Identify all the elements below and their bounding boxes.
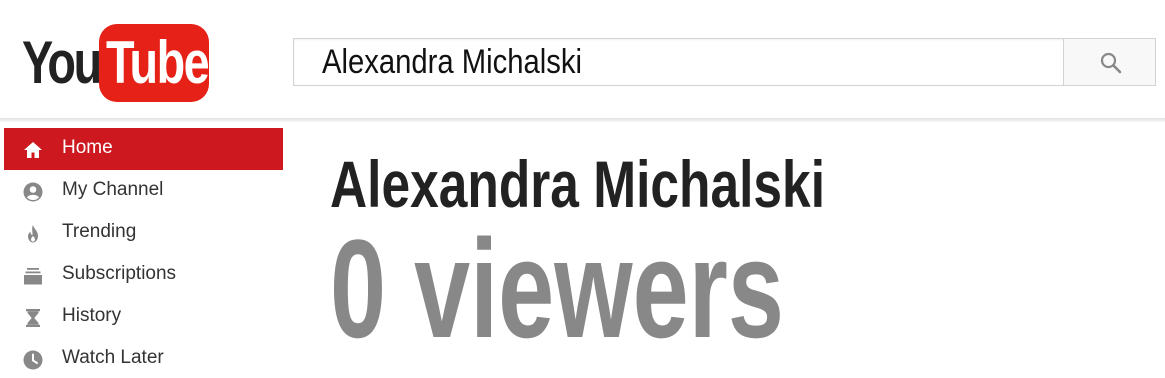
- viewers-count: 0 viewers: [330, 210, 784, 367]
- sidebar-item-watch-later[interactable]: Watch Later: [4, 338, 283, 378]
- guide-sidebar: Home My Channel Trending Subscriptions H…: [0, 122, 284, 378]
- youtube-logo[interactable]: You Tube: [22, 24, 212, 102]
- home-icon: [24, 142, 42, 158]
- sidebar-item-history[interactable]: History: [4, 296, 283, 338]
- sidebar-item-label: Home: [62, 137, 113, 158]
- search-button[interactable]: [1063, 38, 1156, 86]
- clock-icon: [23, 350, 43, 370]
- sidebar-item-trending[interactable]: Trending: [4, 212, 283, 254]
- sidebar-item-label: History: [62, 305, 122, 326]
- sidebar-item-label: Subscriptions: [62, 263, 177, 284]
- search-input[interactable]: [322, 39, 942, 85]
- masthead: You Tube: [0, 0, 1165, 118]
- flame-icon: [28, 225, 38, 243]
- sidebar-item-label: Watch Later: [62, 347, 164, 368]
- sidebar-item-subscriptions[interactable]: Subscriptions: [4, 254, 283, 296]
- subscriptions-icon: [24, 268, 42, 285]
- sidebar-item-label: Trending: [62, 221, 137, 242]
- hourglass-icon: [26, 309, 40, 327]
- search-icon: [1100, 52, 1122, 74]
- account-icon: [23, 182, 43, 202]
- search-box[interactable]: [293, 38, 1064, 86]
- sidebar-item-label: My Channel: [62, 179, 164, 200]
- logo-you-text: You: [22, 29, 102, 96]
- logo-tube-text: Tube: [106, 29, 210, 96]
- sidebar-item-my-channel[interactable]: My Channel: [4, 170, 283, 212]
- sidebar-item-home[interactable]: Home: [4, 128, 283, 170]
